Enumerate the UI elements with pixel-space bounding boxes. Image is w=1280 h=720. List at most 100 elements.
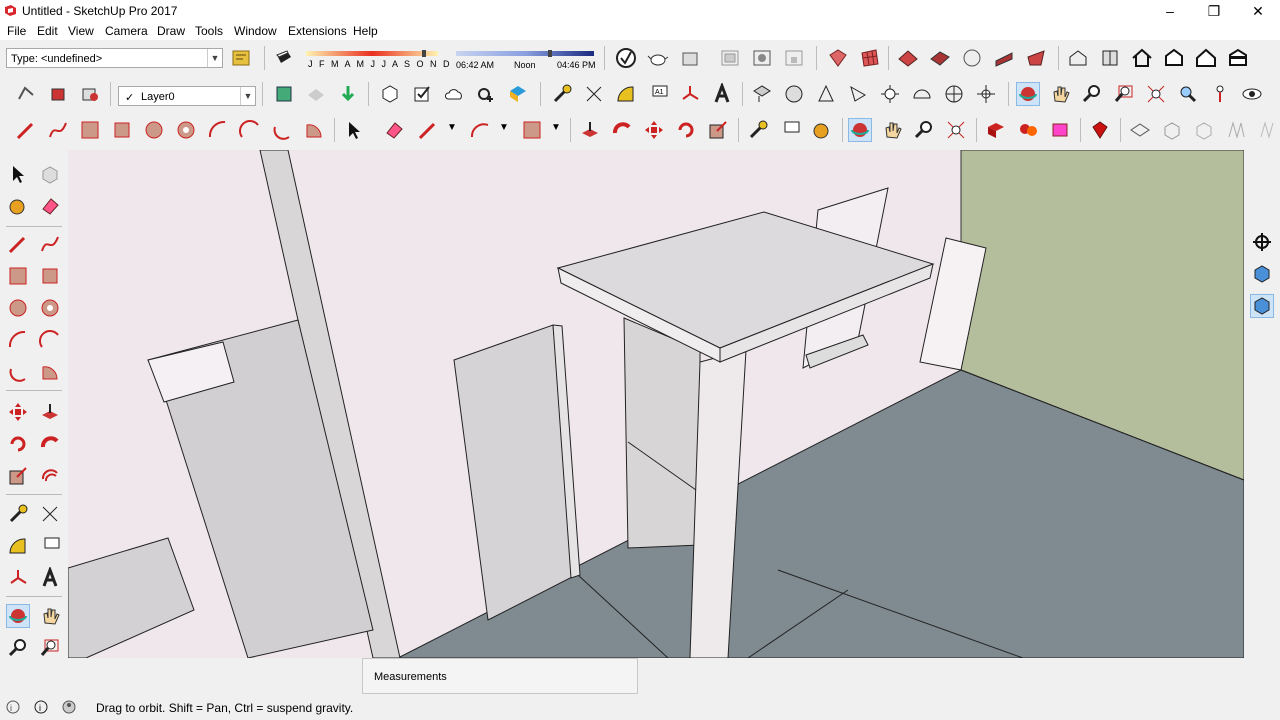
component-icon[interactable] <box>78 82 102 106</box>
menu-view[interactable]: View <box>68 24 94 38</box>
rotate-icon[interactable] <box>674 118 698 142</box>
box-3d-icon[interactable] <box>1250 262 1274 286</box>
credits-icon[interactable]: i <box>34 700 48 714</box>
teapot-icon[interactable] <box>646 46 670 70</box>
orbit-icon[interactable] <box>6 604 30 628</box>
two-point-arc-icon[interactable] <box>38 328 62 352</box>
move-icon[interactable] <box>6 400 30 424</box>
paint-bucket-icon[interactable] <box>46 82 70 106</box>
smoove-icon[interactable] <box>960 46 984 70</box>
eraser-icon[interactable] <box>38 194 62 218</box>
camera-right-icon[interactable] <box>846 82 870 106</box>
entity-info-icon[interactable] <box>229 46 253 70</box>
menu-tools[interactable]: Tools <box>195 24 223 38</box>
select-icon[interactable] <box>6 162 30 186</box>
follow-me-icon[interactable] <box>38 432 62 456</box>
camera-iso-icon[interactable] <box>750 82 774 106</box>
pie-icon[interactable] <box>302 118 326 142</box>
push-pull-icon[interactable] <box>38 400 62 424</box>
grid-texture-icon[interactable] <box>858 46 882 70</box>
push-pull-icon[interactable] <box>578 118 602 142</box>
user-icon[interactable] <box>62 700 76 714</box>
previous-view-icon[interactable] <box>1176 82 1200 106</box>
rotated-rectangle-icon[interactable] <box>38 264 62 288</box>
tape-measure-icon[interactable] <box>6 502 30 526</box>
wireframe-icon[interactable] <box>1192 118 1216 142</box>
three-point-arc-icon[interactable] <box>6 360 30 384</box>
outliner-icon[interactable] <box>304 82 328 106</box>
line-icon[interactable] <box>6 232 30 256</box>
move-icon[interactable] <box>642 118 666 142</box>
freehand-icon[interactable] <box>46 118 70 142</box>
shadow-time-slider[interactable] <box>454 48 596 60</box>
share-component-icon[interactable] <box>1048 118 1072 142</box>
sandbox-icon[interactable] <box>896 46 920 70</box>
components-icon[interactable] <box>1016 118 1040 142</box>
chevron-down-icon[interactable]: ▼ <box>499 122 509 133</box>
minimize-icon[interactable]: – <box>1148 0 1192 22</box>
protractor-icon[interactable] <box>6 534 30 558</box>
rectangle-icon[interactable] <box>6 264 30 288</box>
axes-icon[interactable] <box>6 566 30 590</box>
rotate-icon[interactable] <box>6 432 30 456</box>
zoom-extents-icon[interactable] <box>944 118 968 142</box>
polygon-icon[interactable] <box>38 296 62 320</box>
close-icon[interactable]: ✕ <box>1236 0 1280 22</box>
sandbox-scratch-icon[interactable] <box>928 46 952 70</box>
layout-icon[interactable] <box>1226 46 1250 70</box>
scene-update-icon[interactable] <box>750 46 774 70</box>
house-outline-icon[interactable] <box>1194 46 1218 70</box>
share-model-icon[interactable] <box>1162 46 1186 70</box>
make-component-icon[interactable] <box>14 82 38 106</box>
zoom-window-icon[interactable] <box>38 636 62 660</box>
type-select[interactable]: Type: <undefined> ▼ <box>6 48 223 68</box>
warehouse-share-icon[interactable] <box>678 46 702 70</box>
pan-icon[interactable] <box>38 604 62 628</box>
dimension-icon[interactable] <box>582 82 606 106</box>
add-link-icon[interactable] <box>474 82 498 106</box>
look-around-icon[interactable] <box>1240 82 1264 106</box>
3d-text-icon[interactable] <box>38 566 62 590</box>
tape-measure-icon[interactable] <box>550 82 574 106</box>
restore-icon[interactable]: ❐ <box>1192 0 1236 22</box>
xray-icon[interactable] <box>1128 118 1152 142</box>
zoom-extents-icon[interactable] <box>1144 82 1168 106</box>
freehand-icon[interactable] <box>38 232 62 256</box>
ruby-console-icon[interactable] <box>1088 118 1112 142</box>
measurements-box[interactable]: Measurements <box>362 658 638 694</box>
text-icon[interactable]: A1 <box>646 82 670 106</box>
pie-icon[interactable] <box>38 360 62 384</box>
orbit-icon[interactable] <box>848 118 872 142</box>
pan-icon[interactable] <box>1048 82 1072 106</box>
zoom-window-icon[interactable] <box>1112 82 1136 106</box>
shape-dropdown-icon[interactable] <box>520 118 544 142</box>
warehouse-get-icon[interactable] <box>984 118 1008 142</box>
menu-edit[interactable]: Edit <box>37 24 58 38</box>
three-point-arc-icon[interactable] <box>270 118 294 142</box>
trimble-connect-icon[interactable] <box>506 82 530 106</box>
position-camera-icon[interactable] <box>1208 82 1232 106</box>
camera-front-icon[interactable] <box>814 82 838 106</box>
check-circle-icon[interactable] <box>614 46 638 70</box>
warehouse-icon[interactable] <box>1066 46 1090 70</box>
menu-file[interactable]: File <box>7 24 26 38</box>
rectangle-icon[interactable] <box>78 118 102 142</box>
zoom-icon[interactable] <box>912 118 936 142</box>
camera-bottom-icon[interactable] <box>942 82 966 106</box>
menu-extensions[interactable]: Extensions <box>288 24 347 38</box>
paint-bucket-icon[interactable] <box>6 194 30 218</box>
chevron-down-icon[interactable]: ▼ <box>447 122 457 133</box>
hidden-line-icon[interactable] <box>1224 118 1248 142</box>
pan-icon[interactable] <box>880 118 904 142</box>
scale-icon[interactable] <box>706 118 730 142</box>
polygon-icon[interactable] <box>174 118 198 142</box>
arc-icon[interactable] <box>206 118 230 142</box>
chevron-down-icon[interactable]: ▼ <box>551 122 561 133</box>
home-icon[interactable] <box>1130 46 1154 70</box>
zoom-icon[interactable] <box>6 636 30 660</box>
tape-measure-icon[interactable] <box>746 118 770 142</box>
model-viewport[interactable] <box>68 150 1244 658</box>
menu-window[interactable]: Window <box>234 24 277 38</box>
scene-lock-icon[interactable] <box>782 46 806 70</box>
stamp-icon[interactable] <box>992 46 1016 70</box>
